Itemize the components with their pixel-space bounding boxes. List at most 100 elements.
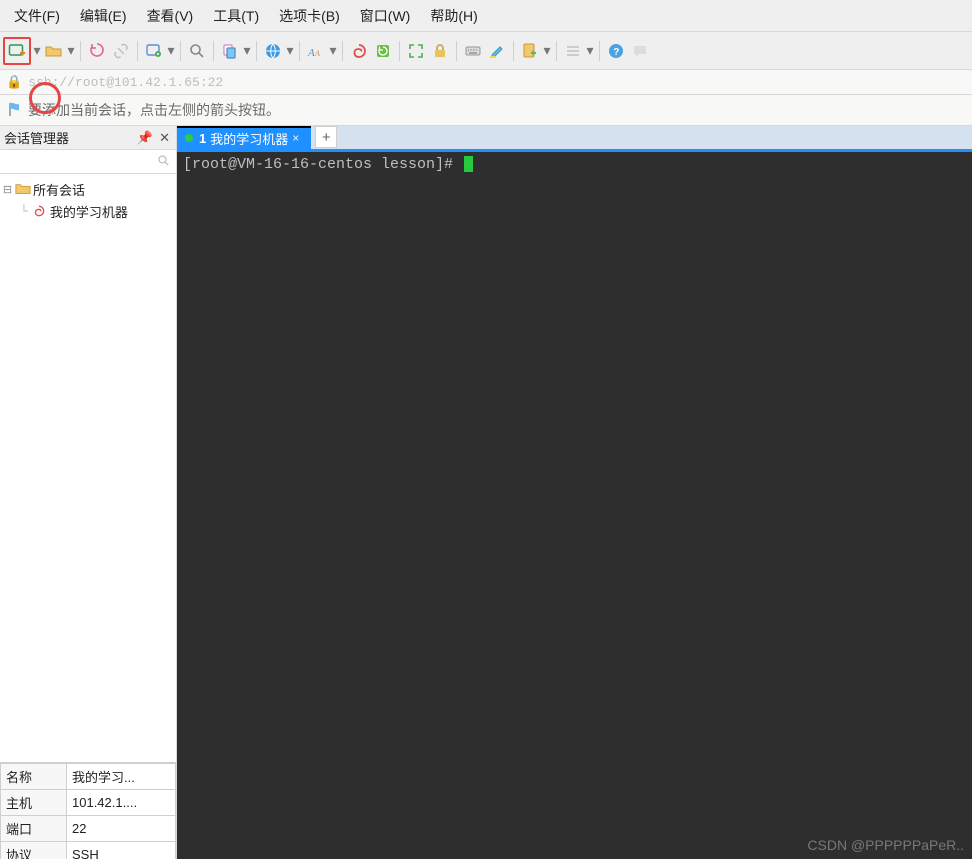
prop-row-host: 主机101.42.1.... bbox=[1, 790, 176, 816]
refresh-icon[interactable] bbox=[372, 40, 394, 62]
sidebar-title: 会话管理器 bbox=[4, 128, 133, 147]
sidebar-header: 会话管理器 📌 ✕ bbox=[0, 126, 176, 150]
close-icon[interactable]: ✕ bbox=[159, 130, 170, 146]
globe-icon[interactable] bbox=[262, 40, 284, 62]
open-folder-icon[interactable] bbox=[43, 40, 65, 62]
folder-icon bbox=[15, 182, 31, 196]
tree-toggle-icon[interactable]: ⊟ bbox=[2, 183, 13, 196]
dropdown-icon[interactable]: ▾ bbox=[586, 42, 594, 59]
new-file-icon[interactable] bbox=[519, 40, 541, 62]
lock-icon: 🔒 bbox=[6, 75, 22, 90]
fullscreen-icon[interactable] bbox=[405, 40, 427, 62]
dropdown-icon[interactable]: ▾ bbox=[33, 42, 41, 59]
disconnect-icon[interactable] bbox=[110, 40, 132, 62]
prop-key: 名称 bbox=[1, 764, 67, 790]
search-icon[interactable] bbox=[186, 40, 208, 62]
spiral-icon bbox=[32, 204, 46, 218]
session-properties: 名称我的学习... 主机101.42.1.... 端口22 协议SSH bbox=[0, 762, 176, 859]
tab-add-button[interactable]: + bbox=[315, 126, 337, 148]
chat-icon[interactable] bbox=[629, 40, 651, 62]
separator bbox=[137, 41, 138, 61]
dropdown-icon[interactable]: ▾ bbox=[329, 42, 337, 59]
separator bbox=[556, 41, 557, 61]
main: 1 我的学习机器 × + [root@VM-16-16-centos lesso… bbox=[177, 126, 972, 859]
tab-session-active[interactable]: 1 我的学习机器 × bbox=[177, 127, 311, 149]
toolbar: ▾ ▾ ▾ ▾ ▾ AA ▾ bbox=[0, 32, 972, 70]
tab-index: 1 bbox=[199, 131, 206, 146]
tree-branch-icon: └ bbox=[20, 204, 28, 219]
prop-key: 主机 bbox=[1, 790, 67, 816]
prop-key: 端口 bbox=[1, 816, 67, 842]
separator bbox=[513, 41, 514, 61]
sidebar-search bbox=[0, 150, 176, 174]
separator bbox=[399, 41, 400, 61]
properties-gear-icon[interactable] bbox=[143, 40, 165, 62]
terminal-prompt: [root@VM-16-16-centos lesson]# bbox=[183, 156, 462, 173]
tree-item-session[interactable]: └ 我的学习机器 bbox=[2, 200, 174, 222]
annotation-new-session bbox=[3, 37, 31, 65]
menu-edit[interactable]: 编辑(E) bbox=[70, 4, 137, 28]
prop-value: 我的学习... bbox=[67, 764, 176, 790]
help-icon[interactable]: ? bbox=[605, 40, 627, 62]
separator bbox=[599, 41, 600, 61]
tree-item-label: 我的学习机器 bbox=[50, 202, 128, 221]
font-icon[interactable]: AA bbox=[305, 40, 327, 62]
tree-root-label: 所有会话 bbox=[33, 180, 85, 199]
tab-bar: 1 我的学习机器 × + bbox=[177, 126, 972, 152]
keyboard-icon[interactable] bbox=[462, 40, 484, 62]
hint-text: 要添加当前会话，点击左侧的箭头按钮。 bbox=[28, 100, 280, 120]
new-session-icon[interactable] bbox=[6, 40, 28, 62]
svg-text:A: A bbox=[314, 49, 320, 58]
hint-bar: 要添加当前会话，点击左侧的箭头按钮。 bbox=[0, 95, 972, 126]
search-icon bbox=[157, 154, 171, 171]
separator bbox=[456, 41, 457, 61]
address-url: ssh://root@101.42.1.65:22 bbox=[28, 75, 223, 90]
dropdown-icon[interactable]: ▾ bbox=[543, 42, 551, 59]
menu-tools[interactable]: 工具(T) bbox=[203, 4, 269, 28]
menu-tabs[interactable]: 选项卡(B) bbox=[269, 4, 350, 28]
prop-row-name: 名称我的学习... bbox=[1, 764, 176, 790]
menu-window[interactable]: 窗口(W) bbox=[350, 4, 421, 28]
address-bar[interactable]: 🔒 ssh://root@101.42.1.65:22 bbox=[0, 70, 972, 95]
prop-key: 协议 bbox=[1, 842, 67, 859]
tab-label: 我的学习机器 bbox=[210, 129, 288, 148]
prop-row-proto: 协议SSH bbox=[1, 842, 176, 859]
reconnect-icon[interactable] bbox=[86, 40, 108, 62]
session-tree: ⊟ 所有会话 └ 我的学习机器 bbox=[0, 174, 176, 762]
prop-value: 101.42.1.... bbox=[67, 790, 176, 816]
prop-value: SSH bbox=[67, 842, 176, 859]
list-icon[interactable] bbox=[562, 40, 584, 62]
separator bbox=[180, 41, 181, 61]
tab-close-icon[interactable]: × bbox=[288, 131, 303, 145]
prop-value: 22 bbox=[67, 816, 176, 842]
separator bbox=[256, 41, 257, 61]
menu-help[interactable]: 帮助(H) bbox=[420, 4, 487, 28]
dropdown-icon[interactable]: ▾ bbox=[243, 42, 251, 59]
prop-row-port: 端口22 bbox=[1, 816, 176, 842]
menubar: 文件(F) 编辑(E) 查看(V) 工具(T) 选项卡(B) 窗口(W) 帮助(… bbox=[0, 0, 972, 32]
spiral-icon[interactable] bbox=[348, 40, 370, 62]
dropdown-icon[interactable]: ▾ bbox=[286, 42, 294, 59]
separator bbox=[80, 41, 81, 61]
status-dot-icon bbox=[185, 134, 193, 142]
dropdown-icon[interactable]: ▾ bbox=[167, 42, 175, 59]
tree-root-all-sessions[interactable]: ⊟ 所有会话 bbox=[2, 178, 174, 200]
dropdown-icon[interactable]: ▾ bbox=[67, 42, 75, 59]
sidebar: 会话管理器 📌 ✕ ⊟ 所有会话 └ bbox=[0, 126, 177, 859]
menu-view[interactable]: 查看(V) bbox=[137, 4, 204, 28]
watermark: CSDN @PPPPPPaPeR.. bbox=[807, 837, 964, 853]
terminal[interactable]: [root@VM-16-16-centos lesson]# bbox=[177, 152, 972, 859]
flag-icon bbox=[6, 100, 24, 121]
separator bbox=[299, 41, 300, 61]
highlighter-icon[interactable] bbox=[486, 40, 508, 62]
svg-text:?: ? bbox=[613, 47, 619, 58]
separator bbox=[342, 41, 343, 61]
separator bbox=[213, 41, 214, 61]
lock-icon[interactable] bbox=[429, 40, 451, 62]
svg-text:A: A bbox=[307, 47, 315, 59]
search-input[interactable] bbox=[0, 150, 176, 173]
menu-file[interactable]: 文件(F) bbox=[4, 4, 70, 28]
cursor-icon bbox=[464, 156, 473, 172]
copy-paste-icon[interactable] bbox=[219, 40, 241, 62]
pin-icon[interactable]: 📌 bbox=[137, 130, 153, 146]
